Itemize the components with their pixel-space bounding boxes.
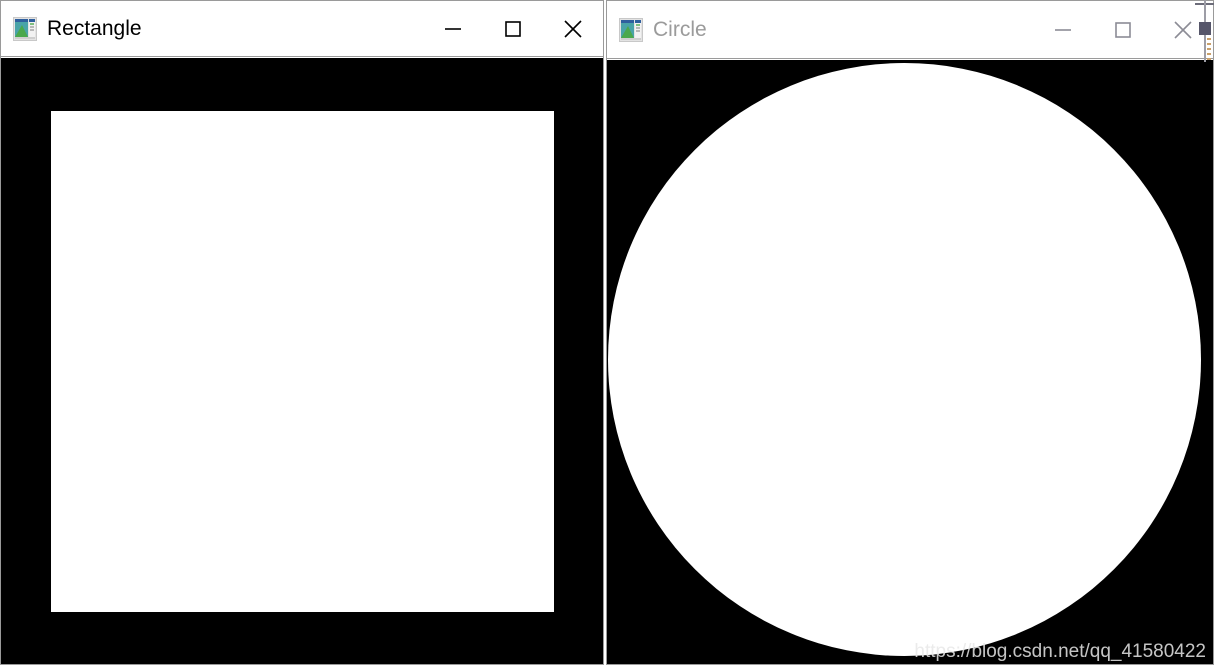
maximize-button[interactable] [1093,1,1153,58]
circle-window-controls [1033,1,1213,58]
circle-window[interactable]: Circle [606,0,1214,665]
minimize-button[interactable] [423,1,483,56]
circle-window-title: Circle [653,18,707,41]
circle-window-title-group: Circle [607,17,707,42]
maximize-button[interactable] [483,1,543,56]
circle-image-canvas[interactable] [607,60,1213,664]
white-circle-shape [608,63,1201,656]
rectangle-image-canvas[interactable] [1,58,603,664]
rectangle-window-title-group: Rectangle [1,16,142,41]
close-button[interactable] [543,1,603,56]
close-button[interactable] [1153,1,1213,58]
minimize-button[interactable] [1033,1,1093,58]
opencv-highgui-icon [619,17,643,42]
rectangle-window-controls [423,1,603,56]
white-rectangle-shape [51,111,554,612]
circle-window-titlebar[interactable]: Circle [607,1,1213,59]
rectangle-window-title: Rectangle [47,17,142,40]
rectangle-window-titlebar[interactable]: Rectangle [1,1,603,57]
opencv-highgui-icon [13,16,37,41]
rectangle-window[interactable]: Rectangle [0,0,604,665]
